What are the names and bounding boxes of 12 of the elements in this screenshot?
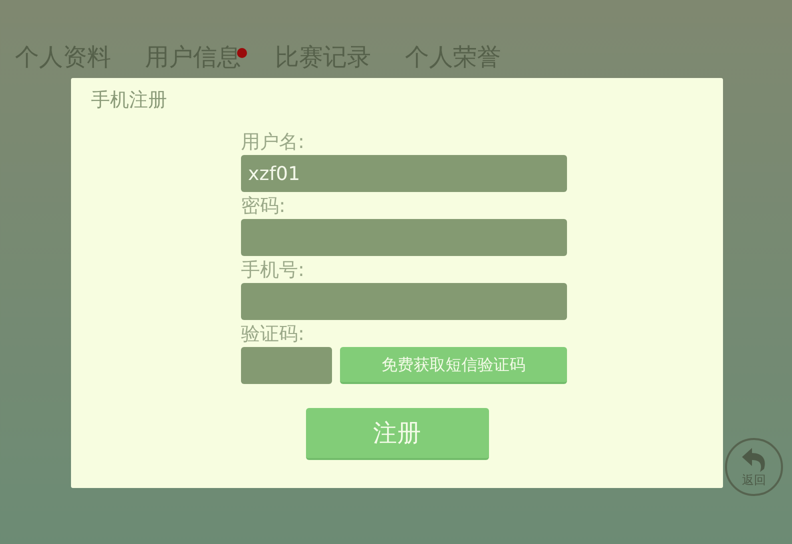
get-sms-code-button[interactable]: 免费获取短信验证码 [340, 347, 567, 384]
input-field[interactable] [241, 219, 567, 256]
back-arrow-icon [740, 447, 768, 473]
field-label: 用户名: [241, 130, 306, 155]
field-label: 密码: [241, 194, 286, 219]
input-field[interactable] [241, 347, 332, 384]
field-label: 验证码: [241, 322, 306, 347]
dialog-title: 手机注册 [91, 88, 167, 113]
register-button[interactable]: 注册 [306, 408, 488, 460]
field-label: 手机号: [241, 258, 306, 283]
input-field[interactable] [241, 283, 567, 320]
input-field[interactable]: xzf01 [241, 155, 567, 192]
